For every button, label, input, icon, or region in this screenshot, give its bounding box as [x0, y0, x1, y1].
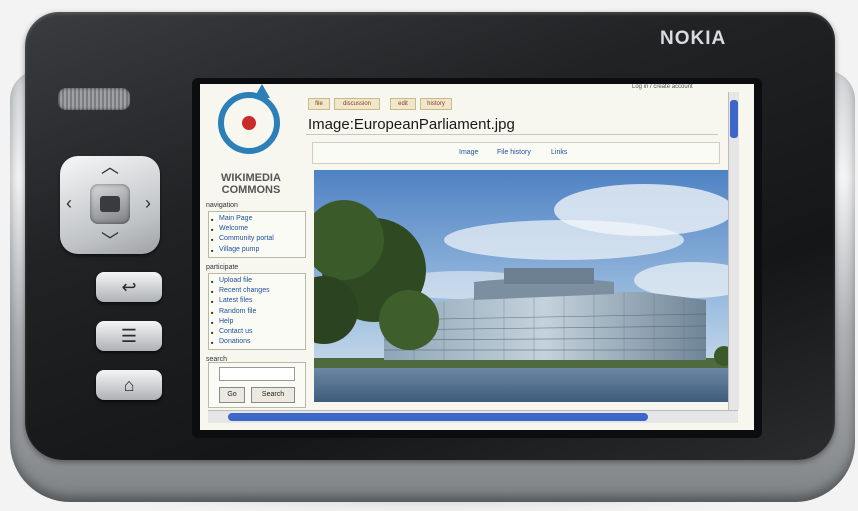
browser-screen: WIKIMEDIA COMMONS navigation Main Page W…: [200, 84, 754, 430]
home-icon: ⌂: [123, 374, 135, 395]
image-subtabs: Image File history Links: [312, 142, 720, 164]
brand-logo: NOKIA: [660, 28, 727, 49]
horizontal-scroll-thumb[interactable]: [228, 413, 648, 421]
dpad-center-button[interactable]: [90, 184, 130, 224]
navigation-box: Main Page Welcome Community portal Villa…: [208, 211, 306, 258]
sidebar-item-community-portal[interactable]: Community portal: [209, 234, 305, 245]
menu-list-icon: ☰: [120, 325, 138, 346]
search-button[interactable]: Search: [251, 387, 295, 403]
user-links[interactable]: Log in / create account: [632, 84, 693, 90]
sidebar-item-contact-us[interactable]: Contact us: [209, 327, 305, 338]
sidebar-item-recent-changes[interactable]: Recent changes: [209, 286, 305, 297]
title-divider: [306, 134, 718, 135]
parliament-photo: [314, 170, 736, 402]
go-button[interactable]: Go: [219, 387, 245, 403]
sidebar-item-help[interactable]: Help: [209, 317, 305, 328]
return-arrow-icon: ↩: [121, 276, 137, 297]
search-input[interactable]: [219, 367, 295, 381]
subtab-image[interactable]: Image: [459, 149, 478, 156]
tab-edit[interactable]: edit: [390, 98, 416, 110]
sidebar-item-village-pump[interactable]: Village pump: [209, 245, 305, 256]
subtab-links[interactable]: Links: [551, 149, 567, 156]
dpad-up-icon: ︿: [101, 157, 119, 177]
sidebar-item-main-page[interactable]: Main Page: [209, 214, 305, 225]
vertical-scroll-thumb[interactable]: [730, 100, 738, 138]
dpad-down-icon: ﹀: [101, 231, 119, 251]
dpad-left-icon: ‹: [66, 193, 72, 213]
navigation-heading: navigation: [206, 202, 238, 209]
participate-box: Upload file Recent changes Latest files …: [208, 273, 306, 351]
menu-button[interactable]: ☰: [96, 321, 162, 351]
tab-file[interactable]: file: [308, 98, 330, 110]
search-box: Go Search: [208, 362, 306, 408]
back-button[interactable]: ↩: [96, 272, 162, 302]
subtab-file-history[interactable]: File history: [497, 149, 531, 156]
sidebar-item-random-file[interactable]: Random file: [209, 307, 305, 318]
sidebar-item-welcome[interactable]: Welcome: [209, 224, 305, 235]
site-logo-text: WIKIMEDIA COMMONS: [221, 172, 281, 196]
wikimedia-commons-logo-icon: [218, 84, 280, 154]
tab-history[interactable]: history: [420, 98, 452, 110]
dpad[interactable]: ︿ ﹀ ‹ ›: [60, 156, 160, 254]
sidebar-item-upload-file[interactable]: Upload file: [209, 276, 305, 287]
home-button[interactable]: ⌂: [96, 370, 162, 400]
vertical-scrollbar[interactable]: [728, 92, 739, 410]
horizontal-scrollbar[interactable]: [208, 410, 738, 423]
participate-heading: participate: [206, 264, 239, 271]
sidebar-item-latest-files[interactable]: Latest files: [209, 296, 305, 307]
tab-discussion[interactable]: discussion: [334, 98, 380, 110]
page-title: Image:EuropeanParliament.jpg: [308, 116, 515, 133]
speaker-grille: [58, 88, 130, 110]
sidebar-item-donations[interactable]: Donations: [209, 337, 305, 348]
dpad-right-icon: ›: [145, 193, 151, 213]
